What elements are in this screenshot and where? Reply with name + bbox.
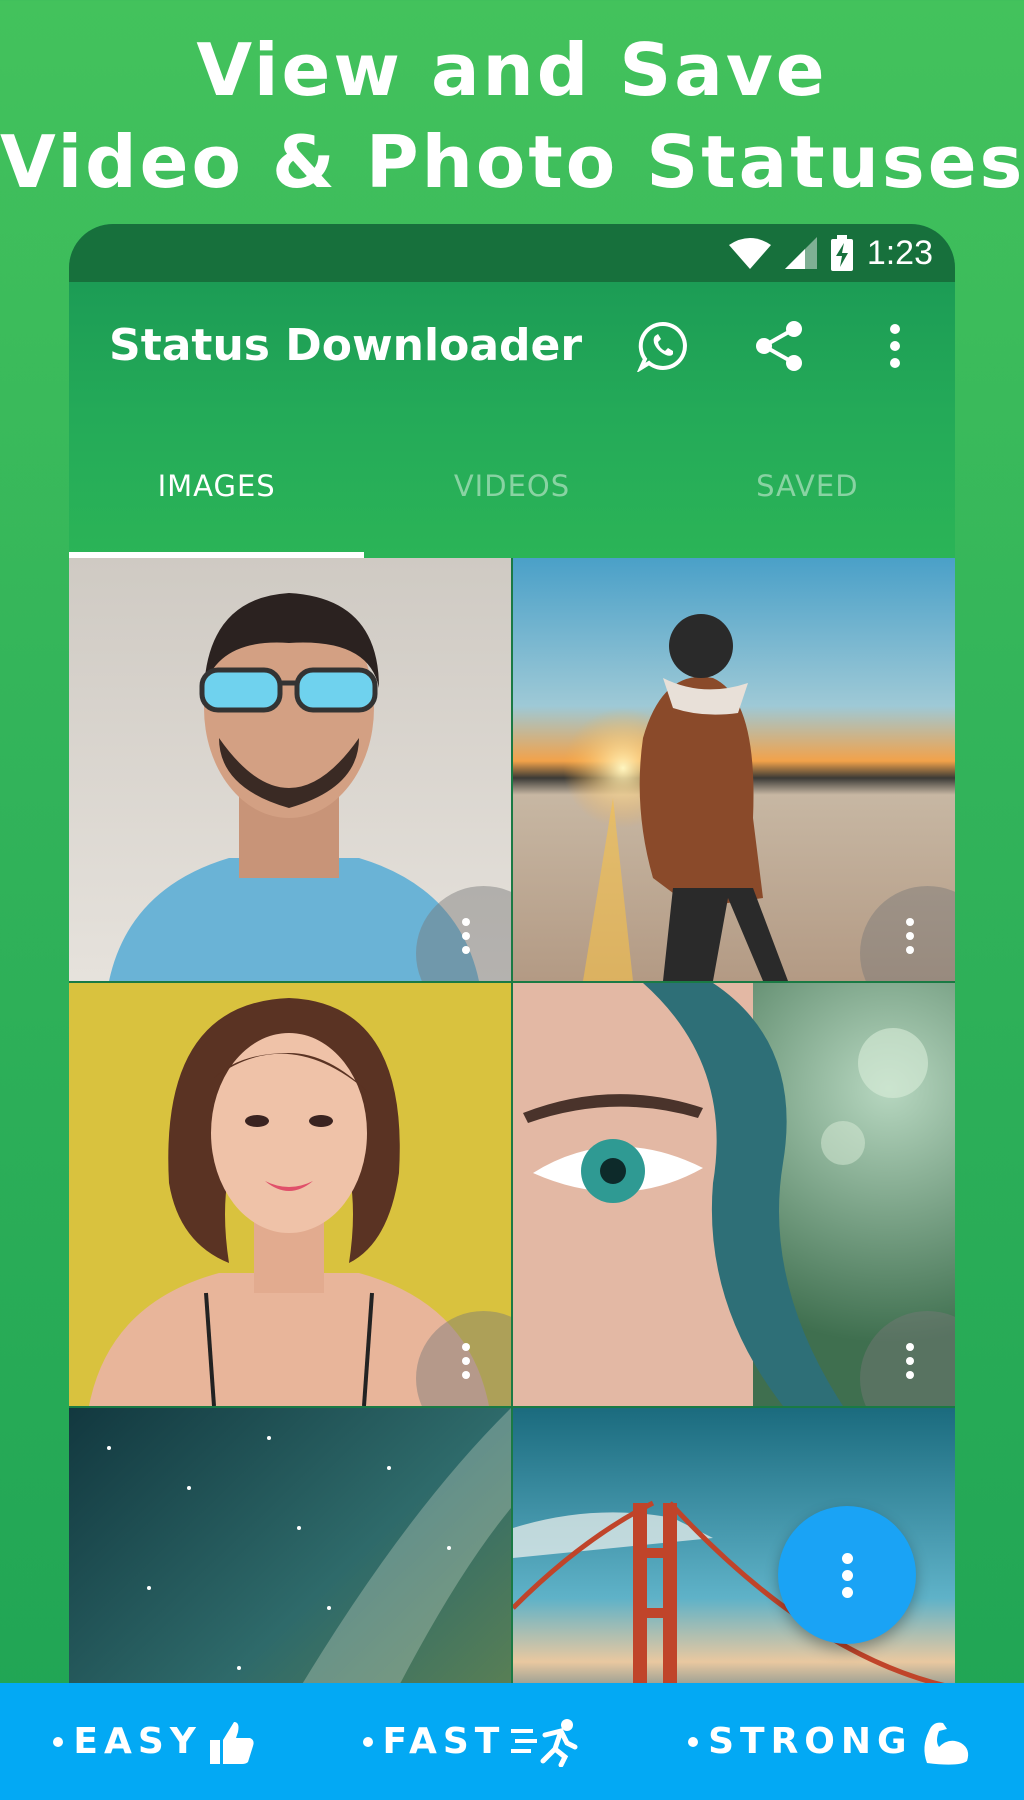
tab-images[interactable]: IMAGES: [69, 414, 364, 558]
status-bar: 1:23: [69, 224, 955, 282]
more-vertical-icon: [906, 1343, 914, 1385]
headline-line-2: Video & Photo Statuses: [0, 120, 1024, 204]
feature-strong-label: STRONG: [708, 1721, 913, 1762]
muscle-icon: [924, 1722, 968, 1765]
app-bar: Status Downloader: [69, 282, 955, 414]
more-vertical-icon: [890, 324, 900, 368]
thumbs-up-icon: [209, 1721, 254, 1764]
feature-easy: EASY: [53, 1718, 255, 1766]
feature-fast-label: FAST: [382, 1721, 506, 1762]
app-title: Status Downloader: [109, 320, 583, 371]
floating-action-button[interactable]: [778, 1506, 916, 1644]
tab-bar: IMAGES VIDEOS SAVED: [69, 414, 955, 558]
feature-easy-label: EASY: [73, 1721, 202, 1762]
more-vertical-icon: [841, 1552, 853, 1564]
feature-banner: EASY FAST STRONG: [0, 1683, 1024, 1800]
cell-signal-icon: [784, 237, 817, 269]
status-tile-4[interactable]: [513, 983, 955, 1406]
more-vertical-icon: [462, 918, 470, 960]
status-tile-1[interactable]: [69, 558, 511, 981]
more-vertical-icon: [906, 918, 914, 960]
feature-strong: STRONG: [688, 1717, 971, 1767]
share-button[interactable]: [745, 312, 813, 380]
headline-line-1: View and Save: [196, 28, 828, 112]
wifi-icon: [728, 238, 771, 269]
whatsapp-icon: [637, 321, 687, 372]
battery-charging-icon: [830, 235, 853, 271]
clock: 1:23: [866, 233, 933, 272]
phone-mockup: 1:23 Status Downloader IMAGES VIDEOS SAV…: [69, 224, 955, 1684]
whatsapp-button[interactable]: [629, 312, 697, 380]
overflow-menu-button[interactable]: [861, 312, 929, 380]
status-tile-3[interactable]: [69, 983, 511, 1406]
tab-videos[interactable]: VIDEOS: [364, 414, 659, 558]
status-tile-2[interactable]: [513, 558, 955, 981]
share-icon: [756, 321, 802, 371]
headline: View and Save Video & Photo Statuses: [0, 24, 1024, 208]
running-icon: [511, 1718, 578, 1767]
more-vertical-icon: [462, 1343, 470, 1385]
status-tile-5[interactable]: [69, 1408, 511, 1684]
photo-starry-sky: [69, 1408, 511, 1684]
feature-fast: FAST: [362, 1717, 582, 1767]
tab-saved[interactable]: SAVED: [660, 414, 955, 558]
